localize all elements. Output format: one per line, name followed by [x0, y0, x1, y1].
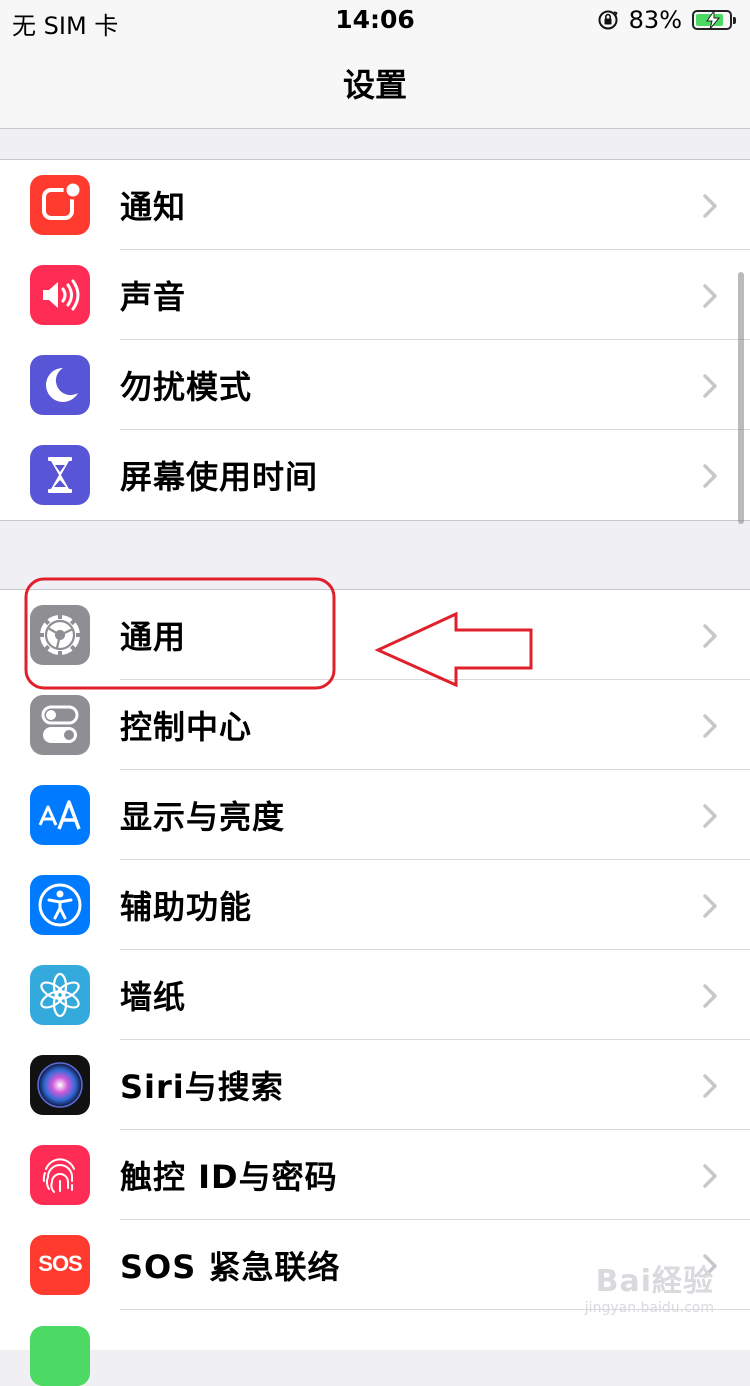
row-label: 显示与亮度	[120, 798, 286, 836]
row-label: 通知	[120, 188, 187, 226]
chevron-right-icon	[703, 284, 717, 308]
sounds-icon	[30, 265, 90, 325]
notifications-icon	[30, 175, 90, 235]
settings-row-do-not-disturb[interactable]: 勿扰模式	[0, 340, 750, 430]
row-label: 通用	[120, 618, 187, 656]
rotation-lock-icon	[598, 10, 618, 30]
settings-row-touch-id-passcode[interactable]: 触控 ID与密码	[0, 1130, 750, 1220]
chevron-right-icon	[703, 894, 717, 918]
settings-row-wallpaper[interactable]: 墙纸	[0, 950, 750, 1040]
text-size-icon	[30, 785, 90, 845]
chevron-right-icon	[703, 714, 717, 738]
chevron-right-icon	[703, 984, 717, 1008]
gear-icon	[30, 605, 90, 665]
chevron-right-icon	[703, 194, 717, 218]
settings-group-1: 通知 声音 勿扰模式 屏幕使用时间	[0, 159, 750, 521]
row-label: 墙纸	[120, 978, 187, 1016]
chevron-right-icon	[703, 374, 717, 398]
settings-group-2: 通用 控制中心 显示与亮度 辅助功能 墙纸 Siri与搜索 触控 ID与密码 S…	[0, 589, 750, 1386]
sos-icon: SOS	[30, 1235, 90, 1295]
watermark: Bai経验 jingyan.baidu.com	[585, 1256, 714, 1316]
battery-percent: 83%	[628, 6, 682, 34]
row-label: 触控 ID与密码	[120, 1158, 338, 1196]
row-label: 屏幕使用时间	[120, 458, 319, 496]
moon-icon	[30, 355, 90, 415]
watermark-logo: Bai経验	[595, 1264, 714, 1299]
watermark-url: jingyan.baidu.com	[584, 1300, 714, 1316]
nav-bar: 设置	[0, 40, 750, 129]
status-right: 83%	[597, 6, 736, 34]
row-label: 勿扰模式	[120, 368, 253, 406]
hourglass-icon	[30, 445, 90, 505]
sos-icon-text: SOS	[38, 1251, 82, 1276]
chevron-right-icon	[703, 1074, 717, 1098]
chevron-right-icon	[703, 624, 717, 648]
settings-row-control-center[interactable]: 控制中心	[0, 680, 750, 770]
fingerprint-icon	[30, 1145, 90, 1205]
settings-row-notifications[interactable]: 通知	[0, 160, 750, 250]
settings-row-sounds[interactable]: 声音	[0, 250, 750, 340]
row-label: 辅助功能	[120, 888, 253, 926]
row-label: SOS 紧急联络	[120, 1248, 341, 1286]
scroll-indicator[interactable]	[738, 272, 744, 524]
settings-row-general[interactable]: 通用	[0, 590, 750, 680]
page-title: 设置	[342, 66, 407, 104]
settings-row-accessibility[interactable]: 辅助功能	[0, 860, 750, 950]
settings-row-siri-search[interactable]: Siri与搜索	[0, 1040, 750, 1130]
row-label: 声音	[120, 278, 187, 316]
row-label: 控制中心	[120, 708, 253, 746]
settings-row-display-brightness[interactable]: 显示与亮度	[0, 770, 750, 860]
settings-row-screen-time[interactable]: 屏幕使用时间	[0, 430, 750, 520]
siri-icon	[30, 1055, 90, 1115]
chevron-right-icon	[703, 1164, 717, 1188]
settings-row-partial[interactable]	[0, 1310, 750, 1386]
chevron-right-icon	[703, 804, 717, 828]
accessibility-icon	[30, 875, 90, 935]
toggles-icon	[30, 695, 90, 755]
battery-settings-icon	[30, 1326, 90, 1386]
row-label: Siri与搜索	[120, 1068, 284, 1106]
flower-icon	[30, 965, 90, 1025]
status-bar: 无 SIM 卡 14:06 83%	[0, 0, 750, 40]
chevron-right-icon	[703, 464, 717, 488]
battery-icon	[692, 10, 736, 30]
